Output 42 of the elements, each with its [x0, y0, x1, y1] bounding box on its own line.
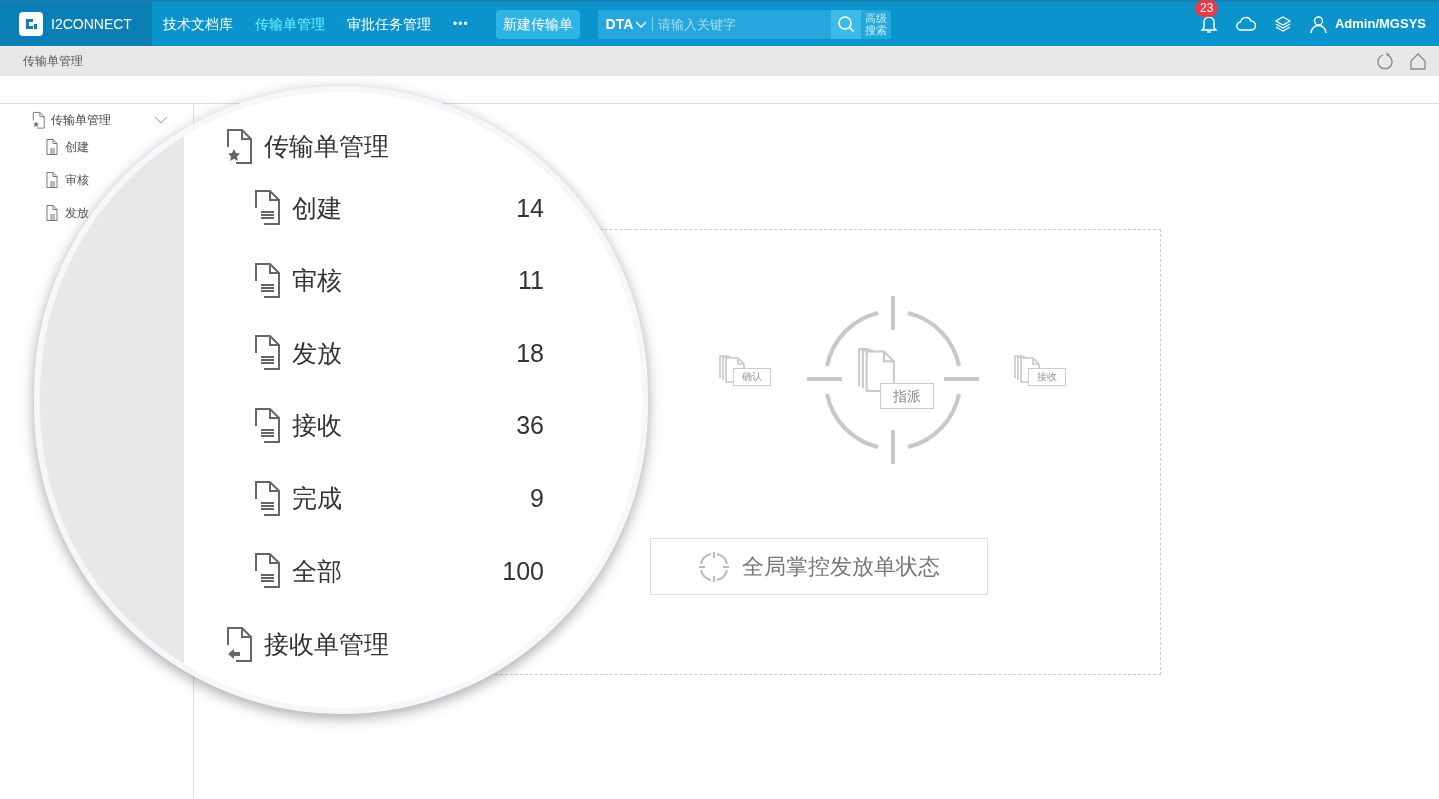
chevron-icon[interactable] — [154, 116, 168, 124]
receive-tag: 接收 — [1028, 368, 1066, 386]
menu-item[interactable]: 创建 — [292, 189, 342, 228]
assign-tag: 指派 — [880, 383, 934, 409]
app-name: I2CONNECT — [51, 14, 132, 34]
logo-icon — [19, 12, 43, 36]
menu-item[interactable]: 审核 — [292, 262, 342, 300]
user-icon — [1310, 15, 1327, 33]
confirm-tag: 确认 — [733, 368, 771, 386]
search-field[interactable]: 请输入关键字 — [653, 9, 831, 39]
sidebar-group-title[interactable]: 传输单管理 — [51, 111, 111, 129]
notification-badge: 23 — [1195, 0, 1219, 17]
cloud-icon[interactable] — [1236, 16, 1256, 32]
refresh-icon[interactable] — [1376, 52, 1394, 70]
document-icon — [44, 170, 60, 189]
menu-item[interactable]: 发放 — [292, 334, 342, 373]
menu-group-title[interactable]: 接收单管理 — [264, 625, 389, 664]
item-count: 100 — [502, 555, 544, 587]
document-star-icon — [30, 110, 47, 130]
global-status-button[interactable]: 全局掌控发放单状态 — [650, 538, 988, 595]
document-icon — [44, 137, 60, 156]
menu-group-title[interactable]: 传输单管理 — [264, 128, 389, 166]
item-count: 18 — [516, 337, 544, 369]
home-icon[interactable] — [1409, 52, 1427, 70]
caret-icon — [635, 19, 648, 29]
sidebar-item[interactable]: 创建 — [65, 137, 89, 156]
sidebar-item[interactable]: 发放 — [65, 203, 89, 222]
menu-item[interactable]: 接收 — [292, 407, 342, 445]
sidebar-item[interactable]: 审核 — [65, 170, 89, 189]
bell-icon[interactable] — [1200, 14, 1218, 34]
breadcrumb: 传输单管理 — [23, 53, 83, 70]
item-count: 9 — [530, 482, 544, 514]
crosshair-icon — [698, 550, 730, 583]
item-count: 36 — [516, 410, 544, 442]
item-count: 11 — [518, 265, 544, 297]
menu-item[interactable]: 完成 — [292, 479, 342, 518]
layers-icon[interactable] — [1274, 15, 1292, 33]
menu-item[interactable]: 全部 — [292, 552, 342, 590]
search-icon[interactable] — [830, 9, 861, 39]
item-count: 14 — [516, 192, 544, 224]
crosshair-icon — [807, 296, 979, 464]
document-icon — [44, 203, 60, 222]
